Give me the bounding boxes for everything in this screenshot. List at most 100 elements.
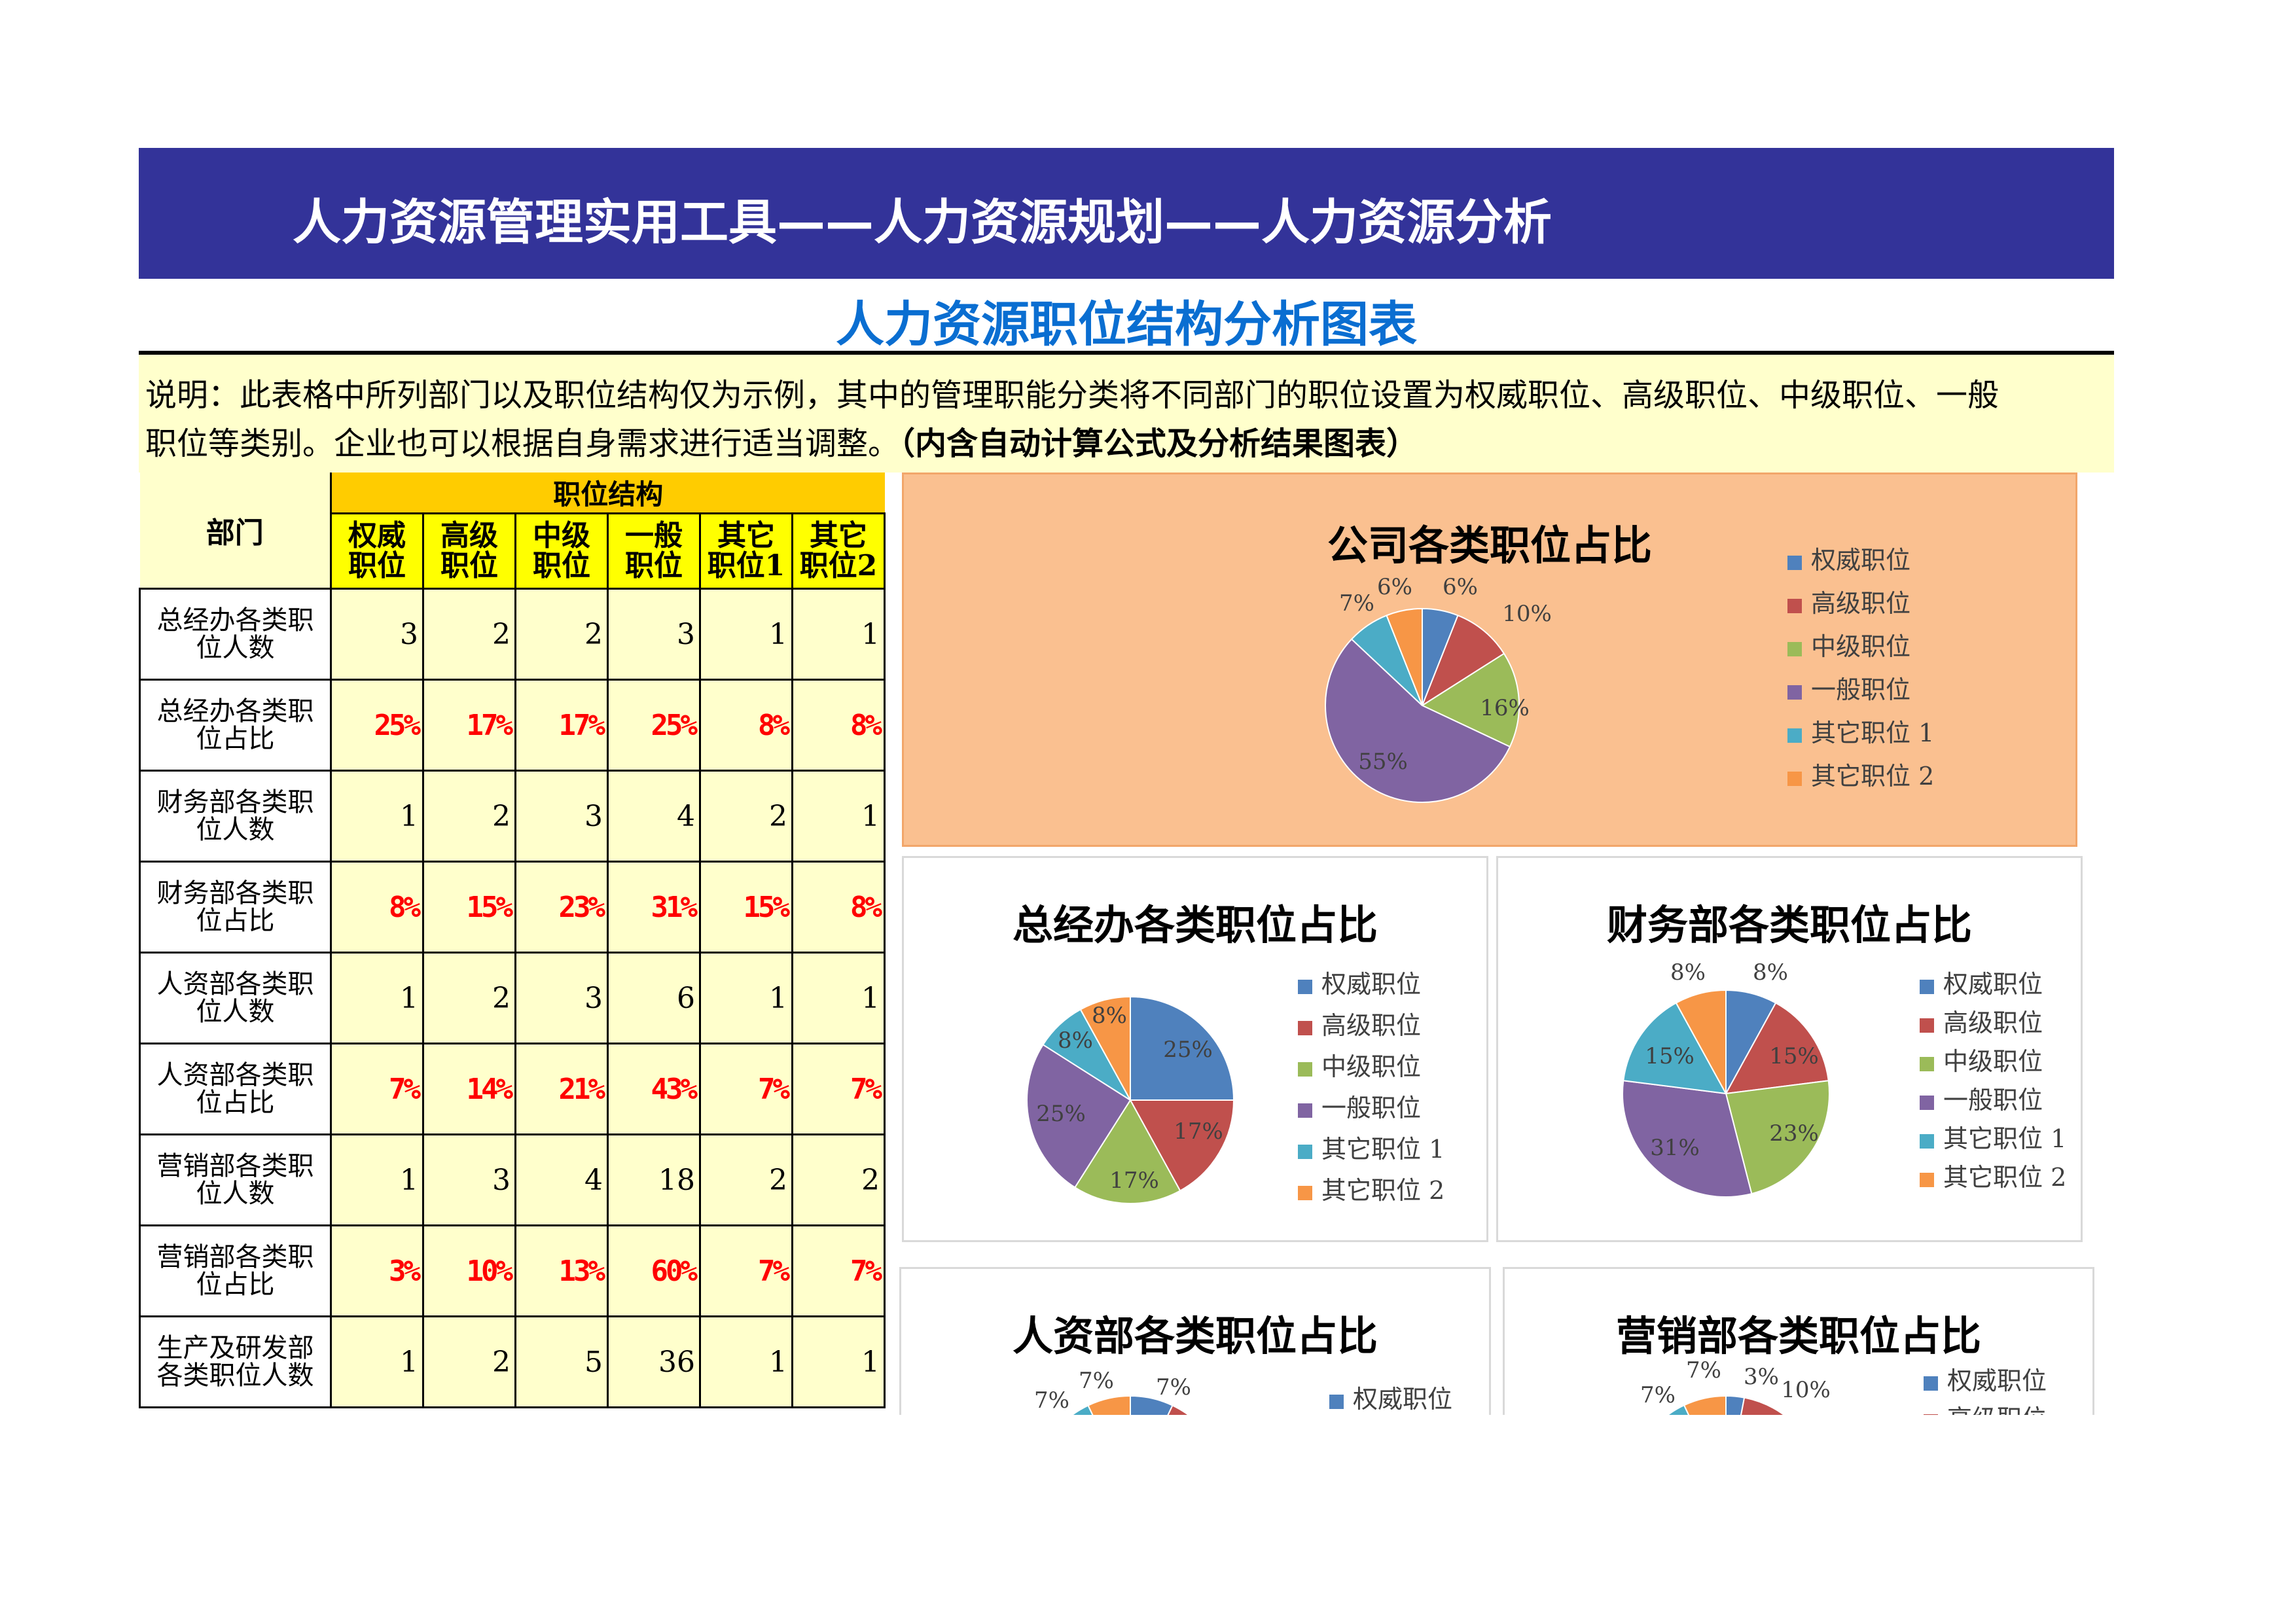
count-cell[interactable]: 6 — [607, 952, 701, 1044]
legend-label: 一般职位 — [1943, 1086, 2043, 1115]
count-cell[interactable]: 1 — [791, 1315, 886, 1408]
row-label: 财务部各类职 位人数 — [139, 770, 332, 863]
count-cell[interactable]: 1 — [699, 1315, 793, 1408]
data-label: 17% — [1109, 1168, 1159, 1194]
legend-swatch — [1920, 979, 1934, 994]
pie-chart-0: 公司各类职位占比 6% 10% 16% 55% 7% 6% 权威职位 高级职位 中级职位 一般职位其… — [902, 473, 2077, 847]
data-label: 55% — [1358, 749, 1408, 775]
percent-cell[interactable]: 3% — [330, 1224, 424, 1317]
legend-swatch — [1298, 1144, 1312, 1159]
row-label: 总经办各类职 位占比 — [139, 679, 332, 772]
row-label: 营销部各类职 位人数 — [139, 1133, 332, 1226]
count-cell[interactable]: 1 — [791, 770, 886, 863]
legend-label: 权威职位 — [1321, 970, 1422, 999]
table-row: 人资部各类职 位人数 1 2 3 6 1 1 — [139, 952, 886, 1044]
percent-cell[interactable]: 8% — [699, 679, 793, 772]
description-line-2: 职位等类别。企业也可以根据自身需求进行适当调整。（内含自动计算公式及分析结果图表… — [145, 418, 1418, 463]
row-label: 财务部各类职 位占比 — [139, 861, 332, 954]
count-cell[interactable]: 1 — [791, 588, 886, 681]
legend-item: 权威职位 — [1787, 540, 1934, 583]
percent-cell[interactable]: 15% — [422, 861, 516, 954]
legend-label: 其它职位 1 — [1943, 1124, 2067, 1153]
percent-cell[interactable]: 7% — [330, 1043, 424, 1135]
column-header: 高级 职位 — [422, 512, 516, 590]
count-cell[interactable]: 3 — [514, 770, 609, 863]
percent-cell[interactable]: 31% — [607, 861, 701, 954]
data-label: 8% — [1058, 1027, 1093, 1054]
legend-swatch — [1787, 555, 1802, 570]
percent-cell[interactable]: 21% — [514, 1043, 609, 1135]
count-cell[interactable]: 5 — [514, 1315, 609, 1408]
percent-cell[interactable]: 10% — [422, 1224, 516, 1317]
percent-cell[interactable]: 7% — [699, 1224, 793, 1317]
count-cell[interactable]: 36 — [607, 1315, 701, 1408]
count-cell[interactable]: 3 — [422, 1133, 516, 1226]
legend-swatch — [1920, 1056, 1934, 1071]
count-cell[interactable]: 2 — [422, 952, 516, 1044]
legend-item: 高级职位 — [1787, 583, 1934, 626]
legend-item: 权威职位 — [1298, 964, 1444, 1005]
legend-item: 其它职位 2 — [1298, 1170, 1444, 1211]
legend-swatch — [1924, 1376, 1938, 1391]
count-cell[interactable]: 2 — [791, 1133, 886, 1226]
legend-swatch — [1920, 1172, 1934, 1187]
percent-cell[interactable]: 8% — [791, 861, 886, 954]
count-cell[interactable]: 2 — [699, 1133, 793, 1226]
count-cell[interactable]: 1 — [699, 952, 793, 1044]
row-label: 人资部各类职 位人数 — [139, 952, 332, 1044]
percent-cell[interactable]: 60% — [607, 1224, 701, 1317]
data-label: 6% — [1443, 574, 1478, 600]
percent-cell[interactable]: 14% — [422, 1043, 516, 1135]
count-cell[interactable]: 1 — [791, 952, 886, 1044]
percent-cell[interactable]: 25% — [330, 679, 424, 772]
count-cell[interactable]: 3 — [330, 588, 424, 681]
percent-cell[interactable]: 7% — [699, 1043, 793, 1135]
percent-cell[interactable]: 7% — [791, 1224, 886, 1317]
data-label: 7% — [1034, 1387, 1069, 1414]
percent-cell[interactable]: 13% — [514, 1224, 609, 1317]
percent-cell[interactable]: 8% — [791, 679, 886, 772]
legend-item: 其它职位 1 — [1920, 1118, 2066, 1157]
data-label: 7% — [1686, 1357, 1721, 1383]
count-cell[interactable]: 4 — [514, 1133, 609, 1226]
count-cell[interactable]: 2 — [422, 588, 516, 681]
percent-cell[interactable]: 15% — [699, 861, 793, 954]
count-cell[interactable]: 1 — [330, 952, 424, 1044]
percent-cell[interactable]: 7% — [791, 1043, 886, 1135]
count-cell[interactable]: 2 — [422, 770, 516, 863]
table-row: 财务部各类职 位人数 1 2 3 4 2 1 — [139, 770, 886, 863]
pie-chart-2: 财务部各类职位占比 8% 15% 23% 31% 15% 8% 权威职位 高级职位 中级职位 一般职… — [1496, 856, 2083, 1242]
count-cell[interactable]: 1 — [699, 588, 793, 681]
column-header: 其它 职位1 — [699, 512, 793, 590]
legend-item: 一般职位 — [1920, 1080, 2066, 1118]
count-cell[interactable]: 3 — [514, 952, 609, 1044]
count-cell[interactable]: 1 — [330, 770, 424, 863]
legend-swatch — [1920, 1133, 1934, 1149]
legend-item: 高级职位 — [1298, 1005, 1444, 1046]
legend-label: 高级职位 — [1811, 589, 1911, 618]
legend-swatch — [1787, 598, 1802, 613]
count-cell[interactable]: 2 — [699, 770, 793, 863]
data-label: 10% — [1781, 1377, 1831, 1403]
legend-swatch — [1787, 771, 1802, 786]
percent-cell[interactable]: 25% — [607, 679, 701, 772]
pie-chart-4: 营销部各类职位占比 3% 10% 7% 7% 权威职位 高级职位 — [1503, 1267, 2094, 1424]
legend-label: 其它职位 1 — [1811, 719, 1935, 747]
count-cell[interactable]: 4 — [607, 770, 701, 863]
page-subtitle: 人力资源职位结构分析图表 — [836, 296, 1417, 353]
legend-item: 一般职位 — [1787, 669, 1934, 713]
count-cell[interactable]: 2 — [422, 1315, 516, 1408]
data-label: 17% — [1174, 1118, 1223, 1145]
percent-cell[interactable]: 8% — [330, 861, 424, 954]
legend-swatch — [1298, 979, 1312, 994]
count-cell[interactable]: 3 — [607, 588, 701, 681]
count-cell[interactable]: 2 — [514, 588, 609, 681]
count-cell[interactable]: 18 — [607, 1133, 701, 1226]
percent-cell[interactable]: 43% — [607, 1043, 701, 1135]
percent-cell[interactable]: 17% — [514, 679, 609, 772]
percent-cell[interactable]: 17% — [422, 679, 516, 772]
count-cell[interactable]: 1 — [330, 1133, 424, 1226]
data-label: 15% — [1645, 1043, 1695, 1069]
percent-cell[interactable]: 23% — [514, 861, 609, 954]
count-cell[interactable]: 1 — [330, 1315, 424, 1408]
